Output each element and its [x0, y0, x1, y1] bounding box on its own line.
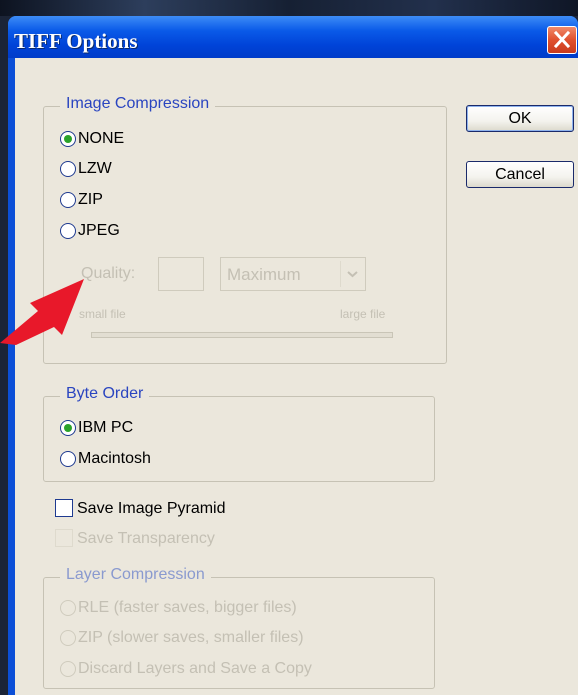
byte-order-label: Byte Order: [60, 385, 150, 403]
radio-selected-dot: [64, 135, 72, 143]
dialog-client-area: Image Compression NONE LZW ZIP JPEG Qual…: [15, 58, 578, 695]
radio-discard-layers[interactable]: [60, 661, 76, 677]
image-compression-label: Image Compression: [60, 95, 216, 113]
radio-macintosh-label: Macintosh: [78, 450, 151, 467]
ok-button[interactable]: OK: [466, 105, 574, 132]
save-image-pyramid-label: Save Image Pyramid: [77, 500, 226, 517]
radio-macintosh[interactable]: [60, 451, 76, 467]
radio-ibm-pc[interactable]: [60, 420, 76, 436]
large-file-label: large file: [340, 307, 386, 321]
red-arrow-annotation: [0, 279, 84, 345]
cancel-button[interactable]: Cancel: [466, 161, 574, 188]
radio-rle-label: RLE (faster saves, bigger files): [78, 599, 297, 616]
save-image-pyramid-checkbox[interactable]: [55, 499, 73, 517]
layer-compression-label: Layer Compression: [60, 566, 211, 584]
radio-jpeg-label: JPEG: [78, 222, 120, 239]
quality-preset-value: Maximum: [227, 265, 301, 284]
radio-zip[interactable]: [60, 192, 76, 208]
quality-input[interactable]: [158, 257, 204, 291]
radio-layer-zip-label: ZIP (slower saves, smaller files): [78, 629, 304, 646]
close-button[interactable]: [547, 26, 577, 54]
radio-lzw-label: LZW: [78, 160, 112, 177]
save-transparency-checkbox[interactable]: [55, 529, 73, 547]
tiff-options-dialog: TIFF Options Image Compression NONE LZW …: [8, 16, 578, 695]
quality-slider[interactable]: [91, 332, 393, 338]
desktop-background: [0, 0, 578, 16]
radio-lzw[interactable]: [60, 161, 76, 177]
radio-none[interactable]: [60, 131, 76, 147]
radio-layer-zip[interactable]: [60, 630, 76, 646]
radio-rle[interactable]: [60, 600, 76, 616]
close-icon: [553, 30, 571, 49]
save-transparency-label: Save Transparency: [77, 530, 215, 547]
title-bar[interactable]: TIFF Options: [8, 16, 578, 58]
radio-none-label: NONE: [78, 130, 125, 147]
byte-order-group: Byte Order: [43, 385, 435, 482]
radio-zip-label: ZIP: [78, 191, 103, 208]
radio-ibm-pc-label: IBM PC: [78, 419, 134, 436]
dialog-title: TIFF Options: [14, 29, 138, 53]
radio-discard-layers-label: Discard Layers and Save a Copy: [78, 660, 312, 677]
quality-preset-select[interactable]: Maximum: [220, 257, 366, 291]
radio-selected-dot: [64, 424, 72, 432]
chevron-down-icon: [340, 261, 364, 287]
radio-jpeg[interactable]: [60, 223, 76, 239]
